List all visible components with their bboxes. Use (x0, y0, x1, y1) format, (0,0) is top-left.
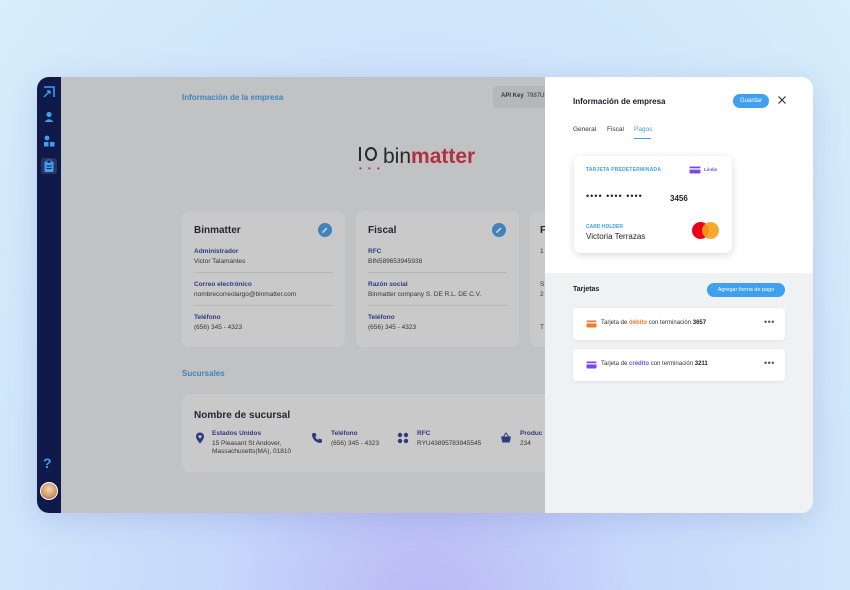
more-options-icon[interactable]: ••• (764, 317, 775, 327)
card-title: Fiscal (368, 225, 397, 236)
field-label: Administrador (194, 248, 239, 255)
add-payment-button[interactable]: Agregar forma de pago (707, 283, 785, 297)
location-line-2: Massachusetts(MA), 01810 (212, 448, 292, 455)
products-value: 234 (520, 440, 531, 447)
field-value: BIN589653945938 (368, 258, 423, 265)
card-last4: 3657 (692, 320, 707, 326)
card-type: crédito (629, 361, 650, 367)
card-masked-number: •••• •••• •••• (586, 191, 643, 201)
cards-title: Tarjetas (573, 286, 600, 293)
field-value: Victor Talamantes (194, 258, 246, 265)
basket-icon (501, 432, 511, 443)
card-last-digits: 3456 (670, 194, 688, 203)
card-title: Binmatter (194, 225, 241, 236)
card-type: débito (629, 320, 648, 326)
pencil-icon (322, 227, 328, 233)
card-row-text: Tarjeta de crédito con terminación 3211 (601, 361, 708, 367)
divider (194, 272, 333, 273)
logo-text-bin: bin (383, 145, 412, 168)
credit-card-icon (586, 361, 597, 369)
divider (368, 305, 507, 306)
tab-fiscal[interactable]: Fiscal (607, 126, 624, 133)
grid-dots-icon (397, 432, 409, 444)
mastercard-icon (692, 222, 720, 240)
main-content: Información de la empresa API Key 7987UI … (61, 77, 570, 513)
field-label: Teléfono (194, 314, 221, 321)
default-credit-card[interactable]: TARJETA PREDETERMINADA Lindis •••• •••• … (574, 156, 732, 253)
help-icon[interactable]: ? (43, 455, 52, 471)
shapes-icon[interactable] (41, 133, 57, 149)
card-last4: 3211 (694, 361, 708, 367)
divider (368, 272, 507, 273)
card-holder-label: CARD HOLDER (586, 224, 623, 230)
panel-header: Información de empresa Guardar General F… (545, 77, 813, 273)
card-holder-name: Victoria Terrazas (586, 232, 646, 241)
field-label: RFC (368, 248, 382, 255)
phone-label: Teléfono (331, 430, 358, 437)
field-value: nombrecorreolargo@binmatter.com (194, 291, 297, 298)
fiscal-card: Fiscal RFC BIN589653945938 Razón social … (356, 211, 519, 347)
active-tab-indicator (634, 138, 651, 139)
field-value: 2 (540, 291, 544, 298)
edit-button[interactable] (492, 223, 506, 237)
save-button[interactable]: Guardar (733, 94, 769, 108)
branch-card: Nombre de sucursal Estados Unidos 15 Ple… (182, 394, 562, 472)
logo-text-matter: matter (411, 145, 476, 168)
field-label: Teléfono (368, 314, 395, 321)
card-brand: Lindis (704, 167, 718, 172)
debit-card-icon (586, 320, 597, 328)
tab-general[interactable]: General (573, 126, 596, 133)
phone-icon (312, 433, 322, 443)
branches-title: Sucursales (182, 369, 225, 378)
company-card: Binmatter Administrador Victor Talamante… (182, 211, 345, 347)
pencil-icon (496, 227, 502, 233)
field-value: (656) 345 - 4323 (368, 324, 417, 331)
field-value: S (540, 281, 545, 288)
company-logo: • • • bin matter (357, 143, 476, 173)
user-icon[interactable] (41, 109, 57, 125)
rfc-label: RFC (417, 430, 431, 437)
field-value: 1 (540, 248, 544, 255)
field-label: Correo electrónico (194, 281, 252, 288)
company-section-title: Información de la empresa (182, 93, 284, 102)
card-row[interactable]: Tarjeta de débito con terminación 3657 •… (573, 308, 785, 340)
phone-value: (656) 345 - 4323 (331, 440, 380, 447)
app-logo-icon[interactable] (41, 84, 57, 100)
side-panel: Información de empresa Guardar General F… (545, 77, 813, 513)
location-label: Estados Unidos (212, 430, 262, 437)
field-value: Binmatter company S. DE R.L. DE C.V. (368, 291, 482, 298)
api-key-field[interactable]: API Key 7987UI (493, 86, 553, 108)
api-key-value: 7987UI (526, 93, 547, 99)
default-card-label: TARJETA PREDETERMINADA (586, 167, 662, 173)
close-icon[interactable] (777, 95, 787, 105)
location-pin-icon (196, 432, 204, 444)
rfc-value: RYU43895783945545 (417, 440, 482, 447)
avatar[interactable] (40, 482, 58, 500)
more-options-icon[interactable]: ••• (764, 358, 775, 368)
panel-title: Información de empresa (573, 97, 666, 106)
api-key-label: API Key (501, 93, 524, 99)
clipboard-icon[interactable] (41, 158, 57, 174)
edit-button[interactable] (318, 223, 332, 237)
branch-title: Nombre de sucursal (194, 410, 291, 421)
card-icon (689, 166, 701, 174)
app-window: ? Información de la empresa API Key 7987U… (37, 77, 813, 513)
divider (194, 305, 333, 306)
card-row[interactable]: Tarjeta de crédito con terminación 3211 … (573, 349, 785, 381)
field-value: (656) 345 - 4323 (194, 324, 243, 331)
tab-pagos[interactable]: Pagos (634, 126, 652, 133)
logo-dots: • • • (359, 164, 382, 173)
products-label: Produc (520, 430, 543, 437)
field-value: T (540, 324, 544, 331)
logo-mark-icon: • • • (357, 143, 383, 173)
card-row-text: Tarjeta de débito con terminación 3657 (601, 320, 707, 326)
sidebar: ? (37, 77, 61, 513)
field-label: Razón social (368, 281, 408, 288)
